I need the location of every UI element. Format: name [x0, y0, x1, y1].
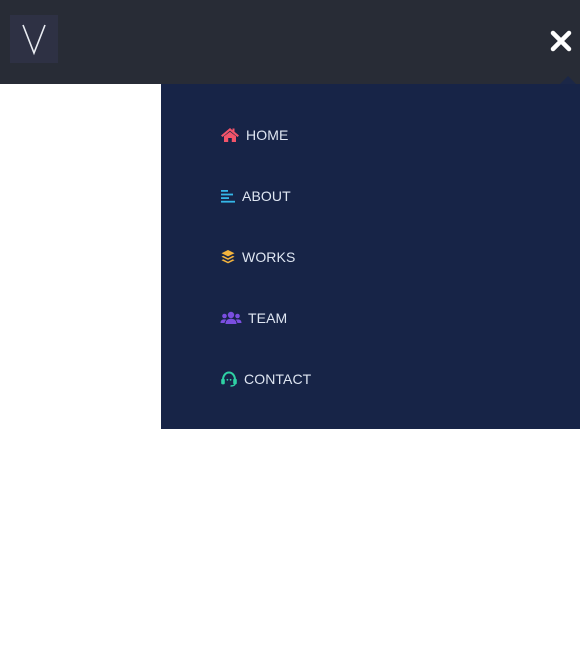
home-icon — [220, 127, 240, 143]
menu-item-label: WORKS — [242, 249, 296, 265]
menu-item-team[interactable]: TEAM — [220, 306, 287, 330]
v-logo-icon[interactable] — [10, 15, 58, 63]
menu-panel: HOME ABOUT WORKS TEAM CONTACT — [161, 84, 580, 429]
menu-item-about[interactable]: ABOUT — [220, 184, 291, 208]
menu-item-label: TEAM — [248, 310, 288, 326]
menu-item-label: HOME — [246, 127, 289, 143]
menu-item-contact[interactable]: CONTACT — [220, 367, 311, 391]
menu-item-label: ABOUT — [242, 188, 291, 204]
users-icon — [220, 310, 242, 326]
menu-item-label: CONTACT — [244, 371, 312, 387]
top-header — [0, 0, 580, 84]
close-icon[interactable] — [550, 28, 572, 54]
menu-item-home[interactable]: HOME — [220, 123, 288, 147]
align-left-icon — [220, 188, 236, 204]
headset-icon — [220, 371, 238, 387]
layers-icon — [220, 249, 236, 265]
menu-item-works[interactable]: WORKS — [220, 245, 295, 269]
menu-pointer — [560, 76, 576, 84]
